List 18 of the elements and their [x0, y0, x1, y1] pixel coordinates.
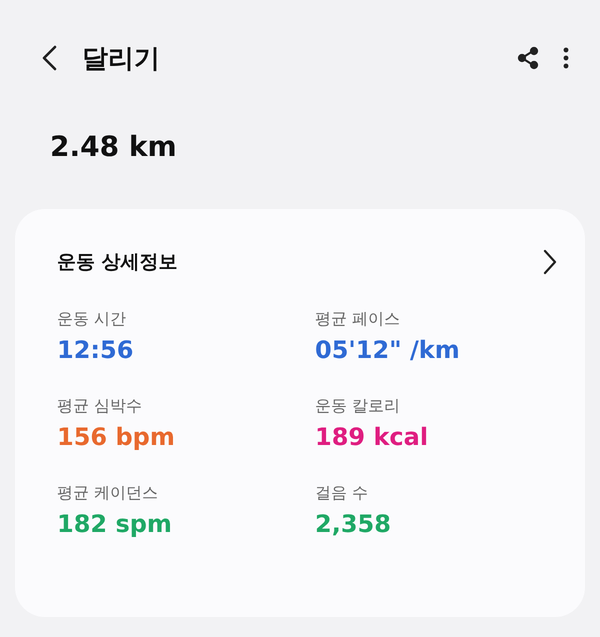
- metric-value: 12:56: [57, 336, 134, 364]
- more-icon[interactable]: [562, 46, 570, 70]
- share-icon[interactable]: [516, 46, 540, 70]
- metric-label: 걸음 수: [315, 483, 368, 504]
- metric-label: 운동 시간: [57, 309, 126, 330]
- metric-label: 평균 케이던스: [57, 483, 158, 504]
- chevron-right-icon[interactable]: [543, 249, 557, 275]
- metric-value: 189 kcal: [315, 423, 428, 451]
- metric-value: 156 bpm: [57, 423, 175, 451]
- metric-value: 05'12" /km: [315, 336, 460, 364]
- distance-value: 2.48 km: [50, 130, 177, 163]
- card-title: 운동 상세정보: [57, 250, 178, 275]
- metric-label: 운동 칼로리: [315, 396, 400, 417]
- metric-label: 평균 심박수: [57, 396, 142, 417]
- metric-value: 182 spm: [57, 510, 172, 538]
- metric-value: 2,358: [315, 510, 391, 538]
- metric-label: 평균 페이스: [315, 309, 400, 330]
- page-title: 달리기: [82, 42, 161, 76]
